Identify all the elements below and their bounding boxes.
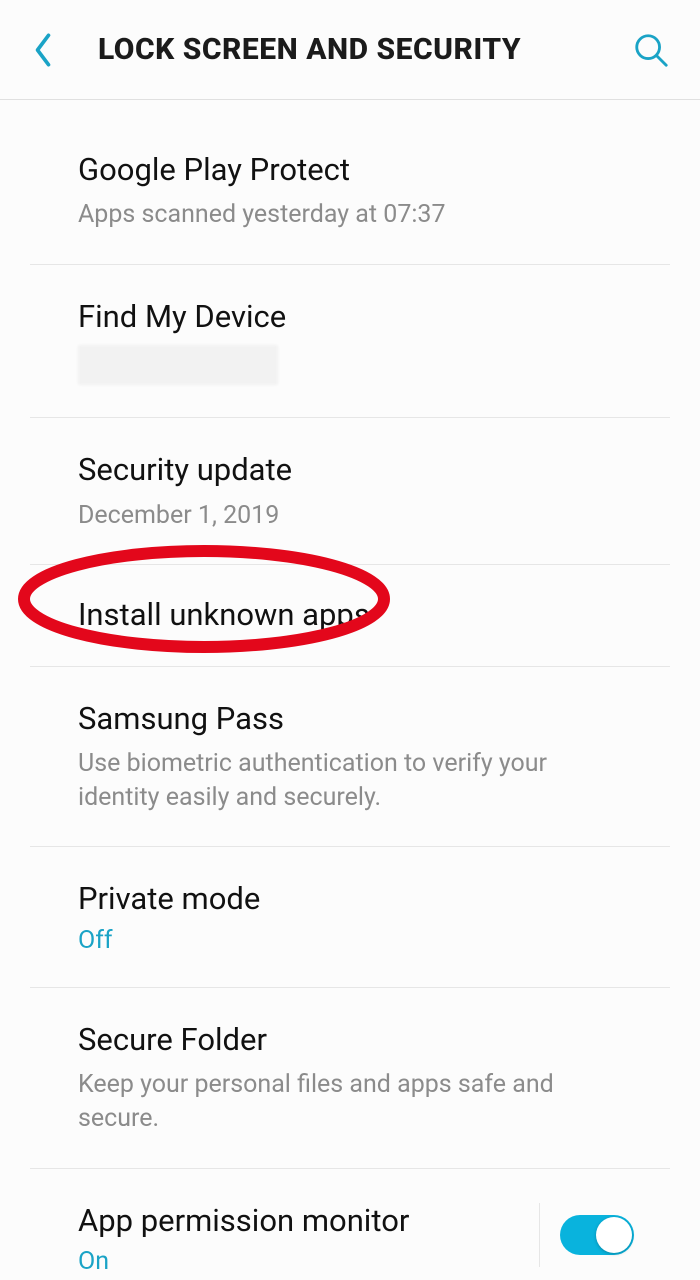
item-google-play-protect[interactable]: Google Play Protect Apps scanned yesterd… — [30, 118, 670, 265]
item-subtitle: Keep your personal files and apps safe a… — [78, 1068, 634, 1136]
item-title: Install unknown apps — [78, 595, 634, 635]
redacted-text — [78, 345, 278, 385]
toggle-divider — [539, 1203, 634, 1267]
item-subtitle: Apps scanned yesterday at 07:37 — [78, 198, 634, 232]
toggle-knob-icon — [596, 1217, 632, 1253]
item-subtitle: December 1, 2019 — [78, 499, 634, 533]
item-title: Security update — [78, 450, 634, 490]
chevron-left-icon — [32, 31, 54, 69]
toggle-switch[interactable] — [560, 1215, 634, 1255]
item-status: Off — [78, 926, 634, 955]
item-title: Private mode — [78, 879, 634, 919]
page-title: LOCK SCREEN AND SECURITY — [68, 32, 626, 67]
item-title: Find My Device — [78, 297, 634, 337]
item-title: Google Play Protect — [78, 150, 634, 190]
item-title: App permission monitor — [78, 1201, 539, 1241]
item-subtitle: Use biometric authentication to verify y… — [78, 747, 634, 815]
search-icon — [632, 31, 670, 69]
app-header: LOCK SCREEN AND SECURITY — [0, 0, 700, 100]
item-private-mode[interactable]: Private mode Off — [30, 847, 670, 987]
item-samsung-pass[interactable]: Samsung Pass Use biometric authenticatio… — [30, 667, 670, 848]
item-security-update[interactable]: Security update December 1, 2019 — [30, 418, 670, 565]
item-install-unknown-apps[interactable]: Install unknown apps — [30, 565, 670, 666]
item-find-my-device[interactable]: Find My Device — [30, 265, 670, 418]
item-secure-folder[interactable]: Secure Folder Keep your personal files a… — [30, 988, 670, 1169]
item-status: On — [78, 1247, 539, 1276]
item-title: Secure Folder — [78, 1020, 634, 1060]
back-button[interactable] — [18, 20, 68, 80]
search-button[interactable] — [626, 20, 676, 80]
item-title: Samsung Pass — [78, 699, 634, 739]
item-app-permission-monitor[interactable]: App permission monitor On — [30, 1169, 670, 1280]
settings-list: Google Play Protect Apps scanned yesterd… — [0, 118, 700, 1280]
